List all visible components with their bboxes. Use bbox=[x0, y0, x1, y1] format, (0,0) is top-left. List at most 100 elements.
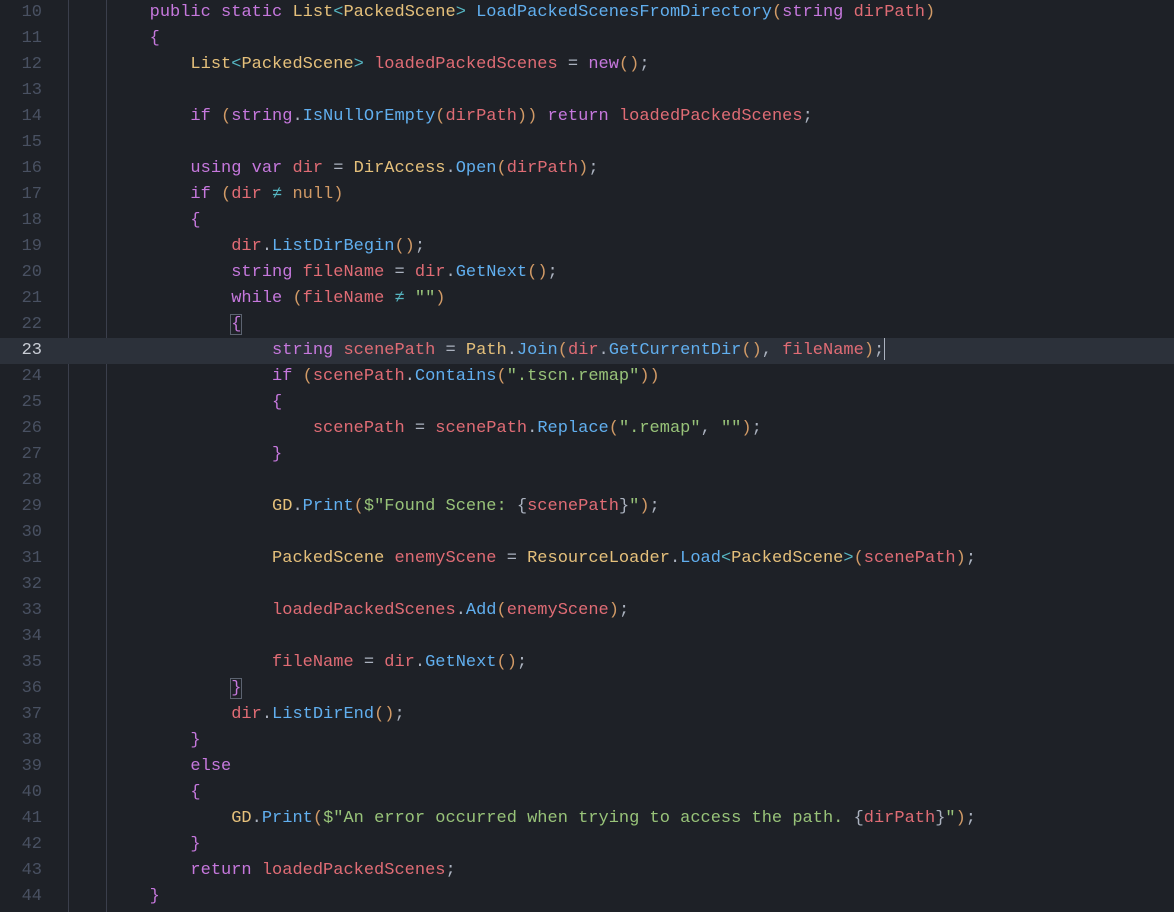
code-line[interactable]: scenePath = scenePath.Replace(".remap", … bbox=[68, 416, 1174, 442]
token: = bbox=[507, 549, 517, 568]
code-line[interactable]: } bbox=[68, 884, 1174, 910]
code-line[interactable]: } bbox=[68, 676, 1174, 702]
code-line[interactable]: GD.Print($"An error occurred when trying… bbox=[68, 806, 1174, 832]
token: ( bbox=[558, 341, 568, 360]
token bbox=[68, 211, 190, 230]
token bbox=[497, 549, 507, 568]
token: dir bbox=[231, 705, 262, 724]
code-line[interactable]: GD.Print($"Found Scene: {scenePath}"); bbox=[68, 494, 1174, 520]
code-line[interactable]: { bbox=[68, 780, 1174, 806]
line-number: 13 bbox=[0, 78, 42, 104]
token: ) bbox=[741, 419, 751, 438]
code-line[interactable]: { bbox=[68, 312, 1174, 338]
token: ≠ bbox=[272, 185, 282, 204]
code-line[interactable] bbox=[68, 130, 1174, 156]
code-line[interactable]: string fileName = dir.GetNext(); bbox=[68, 260, 1174, 286]
token: () bbox=[374, 705, 394, 724]
code-line[interactable]: loadedPackedScenes.Add(enemyScene); bbox=[68, 598, 1174, 624]
token bbox=[384, 263, 394, 282]
code-line[interactable]: } bbox=[68, 832, 1174, 858]
token: Add bbox=[466, 601, 497, 620]
token bbox=[364, 55, 374, 74]
token bbox=[343, 159, 353, 178]
token: static bbox=[221, 3, 282, 22]
token: ) bbox=[925, 3, 935, 22]
code-pane[interactable]: public static List<PackedScene> LoadPack… bbox=[68, 0, 1174, 912]
token: List bbox=[292, 3, 333, 22]
token: dir bbox=[384, 653, 415, 672]
token: . bbox=[252, 809, 262, 828]
token bbox=[68, 731, 190, 750]
code-line[interactable]: return loadedPackedScenes; bbox=[68, 858, 1174, 884]
token: ; bbox=[445, 861, 455, 880]
code-line[interactable]: dir.ListDirEnd(); bbox=[68, 702, 1174, 728]
code-line[interactable]: public static List<PackedScene> LoadPack… bbox=[68, 0, 1174, 26]
token: ; bbox=[394, 705, 404, 724]
code-line[interactable]: { bbox=[68, 390, 1174, 416]
code-line[interactable]: string scenePath = Path.Join(dir.GetCurr… bbox=[68, 338, 1174, 364]
token: if bbox=[190, 107, 210, 126]
line-number: 42 bbox=[0, 832, 42, 858]
token: = bbox=[568, 55, 578, 74]
token: GetNext bbox=[425, 653, 496, 672]
token: scenePath bbox=[313, 419, 405, 438]
code-line[interactable] bbox=[68, 624, 1174, 650]
code-line[interactable]: while (fileName ≠ "") bbox=[68, 286, 1174, 312]
code-editor[interactable]: 1011121314151617181920212223242526272829… bbox=[0, 0, 1174, 912]
token bbox=[211, 3, 221, 22]
line-number: 20 bbox=[0, 260, 42, 286]
token: List bbox=[190, 55, 231, 74]
line-number: 44 bbox=[0, 884, 42, 910]
token: . bbox=[507, 341, 517, 360]
token bbox=[68, 315, 231, 334]
token bbox=[537, 107, 547, 126]
token: scenePath bbox=[343, 341, 435, 360]
token: dir bbox=[231, 237, 262, 256]
code-line[interactable]: } bbox=[68, 442, 1174, 468]
code-content[interactable]: public static List<PackedScene> LoadPack… bbox=[68, 0, 1174, 910]
code-line[interactable]: if (scenePath.Contains(".tscn.remap")) bbox=[68, 364, 1174, 390]
line-number: 18 bbox=[0, 208, 42, 234]
token: Print bbox=[262, 809, 313, 828]
token: . bbox=[262, 705, 272, 724]
code-line[interactable]: List<PackedScene> loadedPackedScenes = n… bbox=[68, 52, 1174, 78]
token bbox=[211, 107, 221, 126]
code-line[interactable]: fileName = dir.GetNext(); bbox=[68, 650, 1174, 676]
code-line[interactable]: else bbox=[68, 754, 1174, 780]
code-line[interactable]: if (string.IsNullOrEmpty(dirPath)) retur… bbox=[68, 104, 1174, 130]
token: ( bbox=[497, 159, 507, 178]
code-line[interactable] bbox=[68, 468, 1174, 494]
token bbox=[466, 3, 476, 22]
token: ( bbox=[313, 809, 323, 828]
code-line[interactable] bbox=[68, 78, 1174, 104]
token: ; bbox=[650, 497, 660, 516]
code-line[interactable] bbox=[68, 572, 1174, 598]
token: ) bbox=[517, 107, 527, 126]
token: GD bbox=[231, 809, 251, 828]
token: ( bbox=[854, 549, 864, 568]
token bbox=[282, 159, 292, 178]
code-line[interactable]: using var dir = DirAccess.Open(dirPath); bbox=[68, 156, 1174, 182]
token: ; bbox=[752, 419, 762, 438]
line-number: 31 bbox=[0, 546, 42, 572]
code-line[interactable]: { bbox=[68, 26, 1174, 52]
token: enemyScene bbox=[394, 549, 496, 568]
code-line[interactable]: } bbox=[68, 728, 1174, 754]
token: , bbox=[762, 341, 772, 360]
token: if bbox=[272, 367, 292, 386]
token bbox=[843, 3, 853, 22]
token: . bbox=[527, 419, 537, 438]
code-line[interactable]: if (dir ≠ null) bbox=[68, 182, 1174, 208]
line-number: 12 bbox=[0, 52, 42, 78]
token bbox=[609, 107, 619, 126]
token bbox=[517, 549, 527, 568]
token bbox=[68, 29, 150, 48]
code-line[interactable]: dir.ListDirBegin(); bbox=[68, 234, 1174, 260]
token: . bbox=[446, 159, 456, 178]
code-line[interactable]: PackedScene enemyScene = ResourceLoader.… bbox=[68, 546, 1174, 572]
code-line[interactable] bbox=[68, 520, 1174, 546]
line-number: 26 bbox=[0, 416, 42, 442]
token: dirPath bbox=[445, 107, 516, 126]
code-line[interactable]: { bbox=[68, 208, 1174, 234]
token bbox=[374, 653, 384, 672]
